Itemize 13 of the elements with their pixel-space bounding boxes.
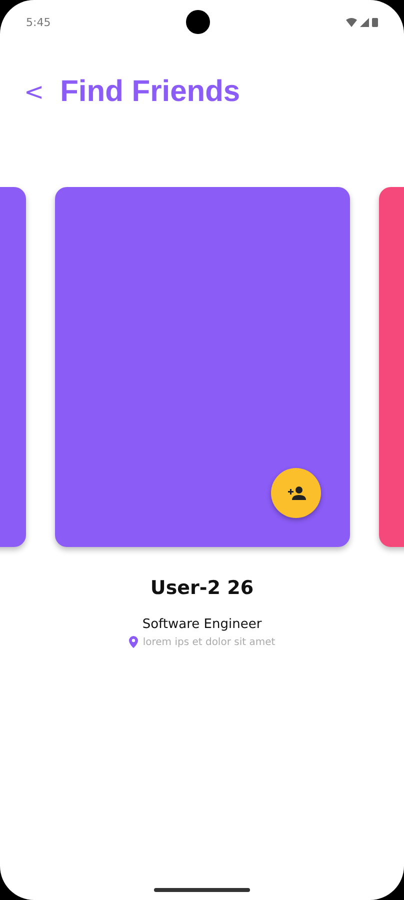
location-text: lorem ips et dolor sit amet — [142, 636, 276, 648]
gesture-bar[interactable] — [154, 888, 250, 892]
location-pin-icon — [128, 636, 138, 648]
signal-icon — [360, 18, 369, 26]
job-title: Software Engineer — [142, 617, 262, 632]
camera-hole — [186, 10, 210, 34]
back-button[interactable]: < — [24, 80, 44, 104]
wifi-icon — [346, 18, 357, 26]
user-name: User-2 26 — [150, 577, 254, 599]
add-friend-button[interactable] — [270, 468, 320, 518]
status-time: 5:45 — [26, 16, 51, 28]
page-title: Find Friends — [60, 75, 240, 109]
battery-icon — [372, 17, 378, 27]
